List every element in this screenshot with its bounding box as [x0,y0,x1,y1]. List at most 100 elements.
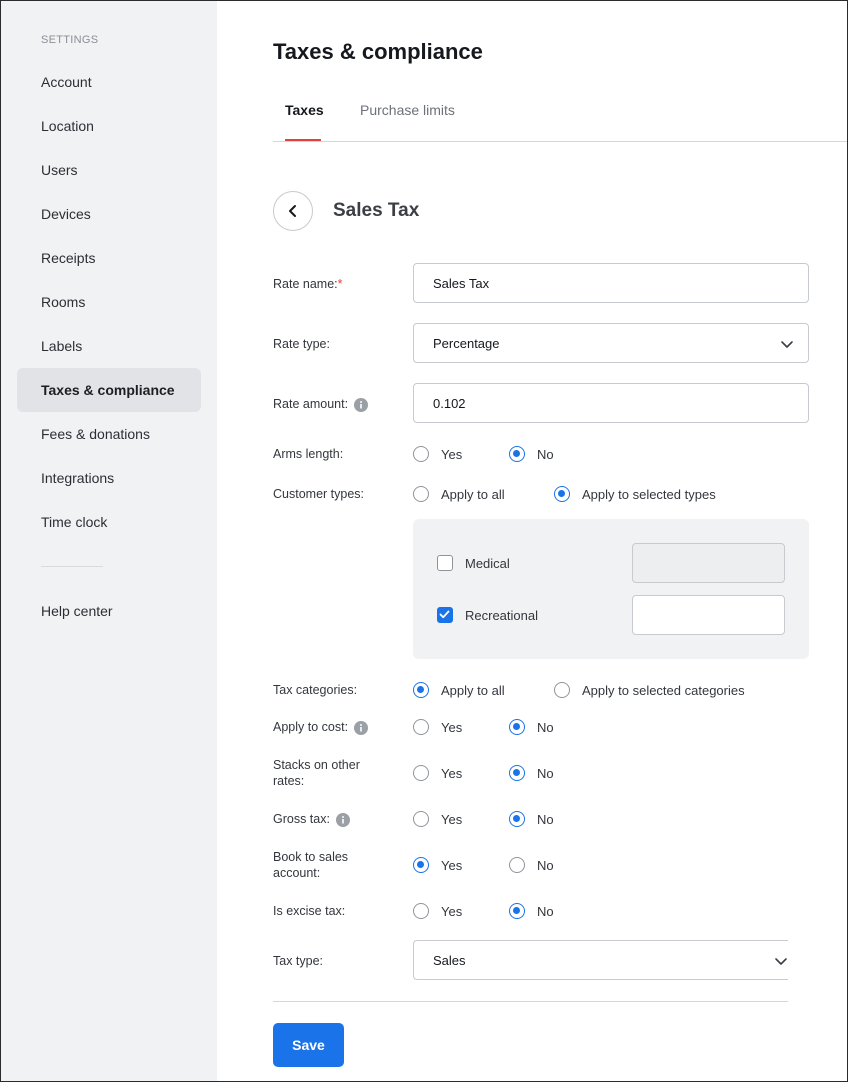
sidebar-item-label: Receipts [41,250,96,266]
sidebar-item-label: Account [41,74,92,90]
tax-type-select[interactable]: Sales [413,940,788,980]
sidebar-item-label: Devices [41,206,91,222]
rate-name-label-text: Rate name: [273,277,338,291]
stacks-label-line2: rates: [273,774,305,788]
sidebar-divider [41,566,103,567]
sidebar-item-time-clock[interactable]: Time clock [17,500,201,544]
apply-to-cost-no-label: No [537,720,554,735]
arms-length-no-label: No [537,447,554,462]
sidebar-item-labels[interactable]: Labels [17,324,201,368]
recreational-rate-input[interactable] [632,595,785,635]
arms-length-yes-label: Yes [441,447,463,462]
apply-to-cost-label: Apply to cost: [273,719,369,735]
app-window: SETTINGS Account Location Users Devices … [0,0,848,1082]
info-icon[interactable] [354,397,369,412]
book-to-sales-yes-radio[interactable] [413,857,429,873]
sidebar-heading: SETTINGS [41,34,99,46]
apply-to-cost-yes-radio[interactable] [413,719,429,735]
tab-purchase-limits[interactable]: Purchase limits [360,102,455,118]
sidebar-item-label: Time clock [41,514,108,530]
medical-label: Medical [465,556,510,571]
chevron-down-icon [775,958,787,965]
sidebar-item-fees-donations[interactable]: Fees & donations [17,412,201,456]
stacks-label-line1: Stacks on other [273,758,360,772]
tax-type-value: Sales [433,952,466,968]
book-to-sales-no-label: No [537,858,554,873]
sidebar-item-help-center[interactable]: Help center [17,589,201,633]
info-icon[interactable] [354,720,369,735]
form-footer-divider [273,1001,788,1002]
sidebar-item-location[interactable]: Location [17,104,201,148]
sidebar-item-account[interactable]: Account [17,60,201,104]
rate-amount-input[interactable]: 0.102 [413,383,809,423]
sidebar-item-integrations[interactable]: Integrations [17,456,201,500]
sidebar-item-label: Taxes & compliance [41,382,175,398]
rate-amount-label-text: Rate amount: [273,397,349,411]
excise-no-radio[interactable] [509,903,525,919]
back-button[interactable] [273,191,313,231]
arms-length-yes-radio[interactable] [413,446,429,462]
tabs-divider [273,141,847,142]
rate-name-input[interactable]: Sales Tax [413,263,809,303]
rate-name-label: Rate name:* [273,276,343,292]
sidebar-item-users[interactable]: Users [17,148,201,192]
rate-type-select[interactable]: Percentage [413,323,809,363]
gross-tax-label-text: Gross tax: [273,812,330,826]
tax-categories-selected-radio[interactable] [554,682,570,698]
customer-types-all-radio[interactable] [413,486,429,502]
is-excise-tax-label: Is excise tax: [273,904,346,918]
excise-yes-radio[interactable] [413,903,429,919]
rate-type-label: Rate type: [273,337,330,351]
gross-tax-no-radio[interactable] [509,811,525,827]
sidebar-item-devices[interactable]: Devices [17,192,201,236]
rate-amount-label: Rate amount: [273,396,369,412]
tax-type-label: Tax type: [273,954,324,968]
medical-rate-input[interactable] [632,543,785,583]
rate-name-value: Sales Tax [433,275,490,291]
arms-length-label: Arms length: [273,447,344,461]
book-label-line2: account: [273,866,321,880]
arms-length-no-radio[interactable] [509,446,525,462]
tax-categories-all-radio[interactable] [413,682,429,698]
chevron-down-icon [781,341,793,348]
chevron-left-icon [289,205,296,217]
page-title: Taxes & compliance [273,39,483,64]
tab-taxes[interactable]: Taxes [285,102,324,118]
stacks-yes-label: Yes [441,766,463,781]
medical-checkbox[interactable] [437,555,453,571]
recreational-label: Recreational [465,608,538,623]
sidebar-item-label: Help center [41,603,113,619]
stacks-no-label: No [537,766,554,781]
customer-types-selected-label: Apply to selected types [582,487,716,502]
checkmark-icon [439,610,450,619]
sidebar-item-rooms[interactable]: Rooms [17,280,201,324]
gross-tax-yes-label: Yes [441,812,463,827]
apply-to-cost-no-radio[interactable] [509,719,525,735]
stacks-yes-radio[interactable] [413,765,429,781]
main-content: Taxes & compliance Taxes Purchase limits… [217,1,847,1081]
sidebar-item-label: Fees & donations [41,426,150,442]
save-button[interactable]: Save [273,1023,344,1067]
apply-to-cost-yes-label: Yes [441,720,463,735]
customer-types-selected-radio[interactable] [554,486,570,502]
recreational-checkbox[interactable] [437,607,453,623]
sidebar-item-label: Location [41,118,94,134]
gross-tax-yes-radio[interactable] [413,811,429,827]
sidebar-item-label: Users [41,162,78,178]
apply-to-cost-label-text: Apply to cost: [273,720,349,734]
customer-types-label: Customer types: [273,487,365,501]
gross-tax-no-label: No [537,812,554,827]
book-label-line1: Book to sales [273,850,349,864]
book-to-sales-no-radio[interactable] [509,857,525,873]
sidebar-item-taxes-compliance[interactable]: Taxes & compliance [17,368,201,412]
stacks-no-radio[interactable] [509,765,525,781]
tax-categories-all-label: Apply to all [441,683,505,698]
required-marker: * [337,277,343,291]
info-icon[interactable] [335,812,350,827]
sidebar-item-receipts[interactable]: Receipts [17,236,201,280]
customer-types-panel: Medical Recreational [413,519,809,659]
book-to-sales-account-label: Book to sales account: [273,849,348,881]
section-title: Sales Tax [333,200,420,221]
sidebar-item-label: Labels [41,338,83,354]
rate-amount-value: 0.102 [433,395,466,411]
